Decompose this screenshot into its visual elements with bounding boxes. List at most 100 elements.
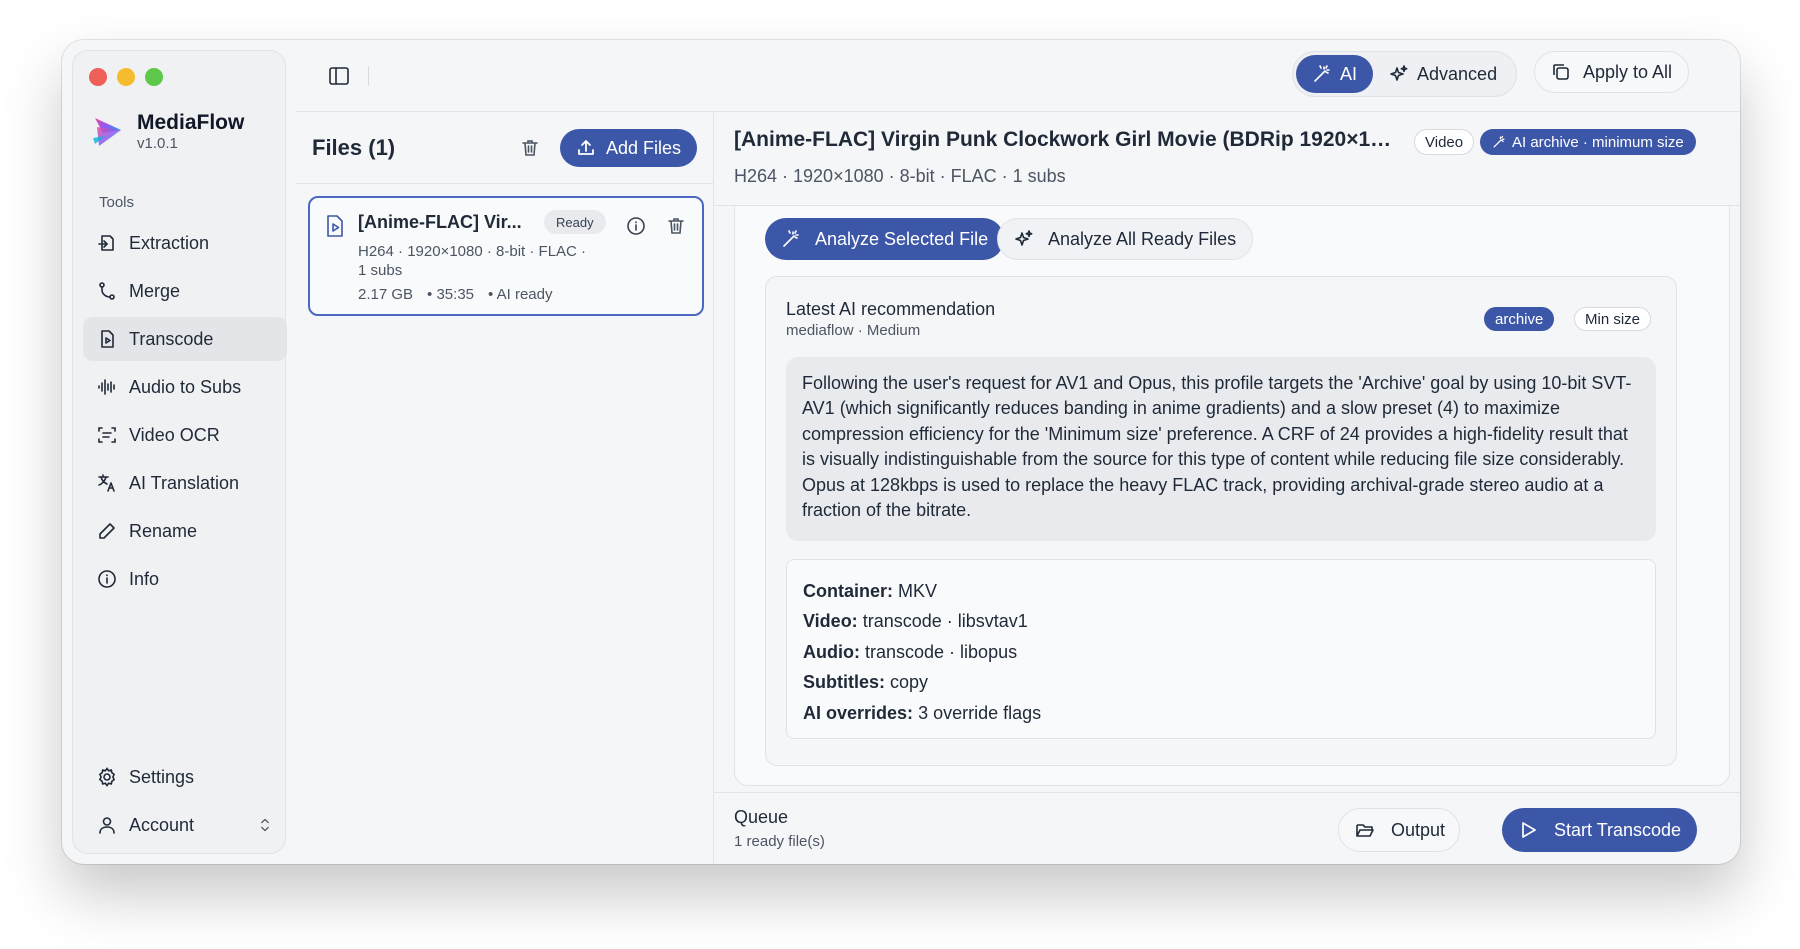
sidebar-item-label: Audio to Subs bbox=[129, 376, 242, 397]
magic-wand-icon bbox=[783, 230, 799, 247]
sidebar-item-label: Rename bbox=[129, 520, 198, 541]
file-meta: H264 · 1920×1080 · 8-bit · FLAC · 1 subs bbox=[358, 243, 587, 279]
file-ai-status: • AI ready bbox=[488, 286, 553, 303]
sidebar-item-label: Info bbox=[129, 568, 160, 589]
sidebar-item-info[interactable]: Info bbox=[83, 557, 287, 601]
advanced-mode-button[interactable]: Advanced bbox=[1373, 55, 1513, 93]
minimize-window-button[interactable] bbox=[117, 68, 135, 86]
app-brand: MediaFlow v1.0.1 bbox=[91, 111, 244, 153]
zoom-window-button[interactable] bbox=[145, 68, 163, 86]
queue-bar: Queue 1 ready file(s) Output Start Trans… bbox=[714, 792, 1740, 864]
ocr-scan-icon bbox=[98, 427, 116, 443]
sidebar: MediaFlow v1.0.1 Tools Extraction Merge … bbox=[72, 50, 287, 854]
file-size: 2.17 GB bbox=[358, 286, 414, 303]
setting-row: Container: MKV bbox=[803, 576, 1639, 606]
page-title: [Anime-FLAC] Virgin Punk Clockwork Girl … bbox=[734, 128, 1394, 151]
queue-status: 1 ready file(s) bbox=[734, 833, 825, 850]
sidebar-item-transcode[interactable]: Transcode bbox=[83, 317, 287, 361]
setting-value: transcode · libsvtav1 bbox=[862, 611, 1028, 632]
sidebar-item-rename[interactable]: Rename bbox=[83, 509, 287, 553]
setting-key: Audio: bbox=[803, 641, 860, 662]
analyze-selected-label: Analyze Selected File bbox=[815, 228, 989, 249]
sidebar-item-label: Merge bbox=[129, 280, 181, 301]
close-window-button[interactable] bbox=[89, 68, 107, 86]
output-button[interactable]: Output bbox=[1338, 808, 1461, 852]
file-stats: 2.17 GB • 35:35 • AI ready bbox=[358, 286, 552, 303]
user-icon bbox=[99, 817, 115, 834]
preference-badge: Min size bbox=[1574, 307, 1652, 331]
setting-row: Video: transcode · libsvtav1 bbox=[803, 606, 1639, 636]
recommendation-card: Latest AI recommendation mediaflow · Med… bbox=[765, 276, 1677, 766]
pencil-icon bbox=[99, 523, 115, 539]
sidebar-toggle-icon[interactable] bbox=[328, 65, 350, 87]
start-transcode-button[interactable]: Start Transcode bbox=[1502, 808, 1698, 852]
transcode-icon bbox=[101, 330, 114, 348]
info-icon bbox=[98, 570, 116, 588]
files-pane: Files (1) Add Files [Anime-FLAC] Vir... … bbox=[296, 112, 714, 864]
setting-value: 3 override flags bbox=[918, 702, 1042, 723]
sidebar-item-extraction[interactable]: Extraction bbox=[83, 221, 287, 265]
apply-to-all-label: Apply to All bbox=[1583, 61, 1673, 82]
magic-wand-icon bbox=[1493, 135, 1505, 148]
setting-row: AI overrides: 3 override flags bbox=[803, 698, 1639, 728]
sidebar-item-video-ocr[interactable]: Video OCR bbox=[83, 413, 287, 457]
chevron-up-down-icon bbox=[261, 818, 269, 832]
analyze-selected-button[interactable]: Analyze Selected File bbox=[765, 218, 1005, 260]
setting-key: AI overrides: bbox=[803, 702, 914, 723]
queue-title: Queue bbox=[734, 807, 789, 827]
setting-key: Subtitles: bbox=[803, 672, 886, 693]
type-badge: Video bbox=[1414, 129, 1475, 155]
sidebar-item-label: Video OCR bbox=[129, 424, 220, 445]
account-label: Account bbox=[129, 814, 195, 835]
window-controls bbox=[89, 68, 163, 86]
apply-to-all-button[interactable]: Apply to All bbox=[1534, 51, 1690, 93]
sidebar-item-audio-to-subs[interactable]: Audio to Subs bbox=[83, 365, 287, 409]
audio-waveform-icon bbox=[98, 379, 115, 395]
analyze-all-button[interactable]: Analyze All Ready Files bbox=[997, 218, 1254, 260]
detail-subtitle: H264 · 1920×1080 · 8-bit · FLAC · 1 subs bbox=[734, 166, 1066, 186]
setting-value: transcode · libopus bbox=[865, 641, 1018, 662]
sidebar-item-label: Transcode bbox=[129, 328, 214, 349]
ai-mode-button[interactable]: AI bbox=[1296, 55, 1374, 93]
app-name: MediaFlow bbox=[137, 111, 245, 134]
setting-row: Subtitles: copy bbox=[803, 667, 1639, 697]
output-label: Output bbox=[1391, 819, 1446, 840]
info-icon[interactable] bbox=[626, 216, 646, 236]
sidebar-item-settings[interactable]: Settings bbox=[83, 755, 287, 799]
ai-panel: Analyze Selected File Analyze All Ready … bbox=[734, 206, 1730, 786]
trash-icon[interactable] bbox=[666, 216, 686, 236]
mode-switcher: AI Advanced bbox=[1292, 51, 1518, 97]
sidebar-item-ai-translation[interactable]: AI Translation bbox=[83, 461, 287, 505]
translate-icon bbox=[98, 474, 115, 492]
add-files-button[interactable]: Add Files bbox=[560, 129, 698, 167]
sidebar-item-merge[interactable]: Merge bbox=[83, 269, 287, 313]
start-transcode-label: Start Transcode bbox=[1554, 819, 1682, 840]
recommended-settings: Container: MKV Video: transcode · libsvt… bbox=[786, 559, 1656, 739]
play-icon bbox=[1522, 822, 1536, 838]
recommendation-source: mediaflow · Medium bbox=[786, 322, 921, 339]
app-window: MediaFlow v1.0.1 Tools Extraction Merge … bbox=[62, 40, 1740, 864]
sidebar-footer: Settings Account bbox=[83, 755, 287, 851]
file-duration: • 35:35 bbox=[427, 286, 475, 303]
sidebar-item-label: Extraction bbox=[129, 232, 210, 253]
analyze-all-label: Analyze All Ready Files bbox=[1048, 228, 1237, 249]
status-badge: Ready bbox=[544, 210, 606, 234]
sparkles-icon bbox=[1015, 230, 1033, 246]
sidebar-item-label: AI Translation bbox=[129, 472, 240, 493]
files-title: Files (1) bbox=[312, 135, 396, 160]
file-list-item[interactable]: [Anime-FLAC] Vir... Ready H264 · 1920×10… bbox=[308, 196, 704, 316]
account-menu[interactable]: Account bbox=[83, 803, 287, 847]
detail-header: [Anime-FLAC] Virgin Punk Clockwork Girl … bbox=[714, 112, 1740, 206]
magic-wand-icon bbox=[1314, 65, 1330, 82]
mediaflow-logo bbox=[93, 118, 121, 146]
merge-icon bbox=[99, 282, 115, 300]
recommendation-title: Latest AI recommendation bbox=[786, 299, 996, 319]
tools-section-label: Tools bbox=[99, 194, 135, 211]
settings-label: Settings bbox=[129, 766, 195, 787]
detail-pane: [Anime-FLAC] Virgin Punk Clockwork Girl … bbox=[714, 112, 1740, 864]
gear-icon bbox=[98, 767, 116, 787]
copy-icon bbox=[1553, 64, 1569, 80]
sidebar-nav: Extraction Merge Transcode Audio to Subs… bbox=[83, 221, 287, 605]
clear-files-trash-icon[interactable] bbox=[520, 138, 540, 158]
app-version: v1.0.1 bbox=[137, 135, 178, 152]
